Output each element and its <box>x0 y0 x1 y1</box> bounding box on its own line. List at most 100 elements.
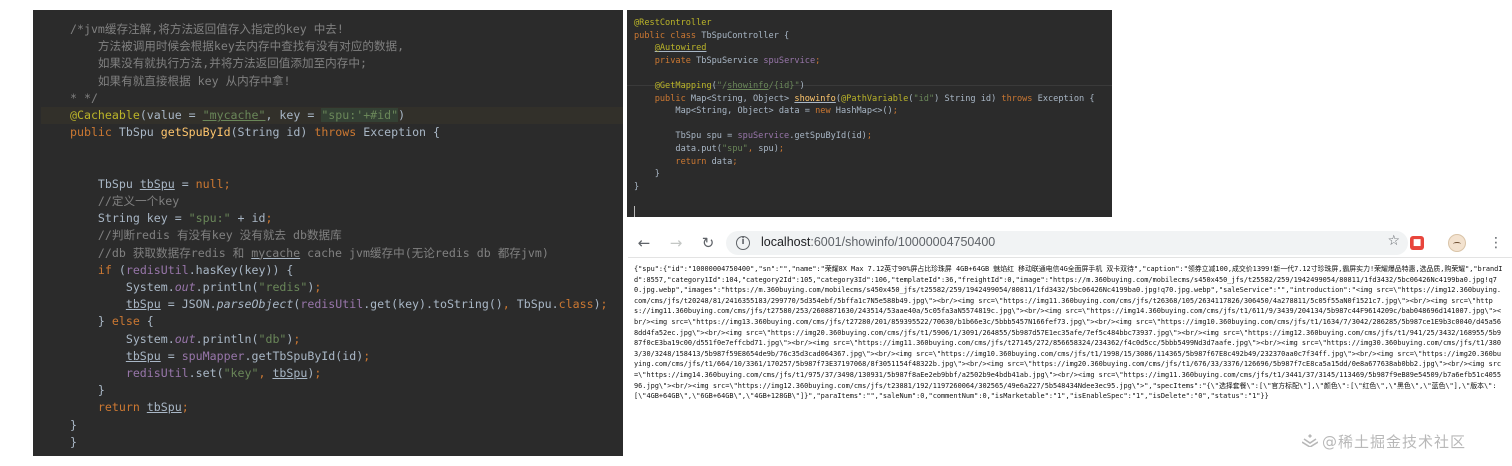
site-info-icon[interactable]: i <box>736 236 750 250</box>
reload-icon[interactable]: ↻ <box>698 233 718 253</box>
code-line: TbSpu spu = spuService.getSpuById(id); <box>634 130 872 143</box>
code-token: Map<String, Object> <box>690 93 795 104</box>
code-token: .getSpuById(id) <box>789 131 867 142</box>
code-token: ) <box>799 81 805 91</box>
code-token: @Autowired <box>654 43 707 54</box>
browser-toolbar: ← → ↻ i localhost:6001/showinfo/10000004… <box>628 228 1512 258</box>
back-arrow-icon[interactable]: ← <box>634 233 654 253</box>
code-token: .set( <box>188 366 224 380</box>
code-token: "mycache" <box>202 108 266 122</box>
code-line: public Map<String, Object> showinfo(@Pat… <box>634 93 1095 106</box>
code-token: tbSpu <box>125 348 161 363</box>
code-token: spuService <box>737 131 790 142</box>
code-line: 如果有就直接根据 key 从内存中拿! <box>70 73 291 90</box>
code-line: @Autowired <box>634 42 707 55</box>
code-token: ; <box>223 176 231 191</box>
bookmark-star-icon[interactable]: ☆ <box>1387 233 1400 249</box>
code-token: = <box>174 176 196 191</box>
code-token: redisUtil <box>300 297 364 312</box>
extension-icon[interactable]: ■ <box>1410 236 1424 250</box>
code-token: tbSpu <box>139 176 175 191</box>
code-token: "key" <box>223 366 259 380</box>
code-token: "/ <box>716 81 728 91</box>
code-token: spuService <box>763 55 816 66</box>
code-token: = <box>160 348 182 363</box>
code-token: /*jvm缓存注解,将方法返回值存入指定的key 中去! <box>70 22 344 36</box>
code-line: public TbSpu getSpuById(String id) throw… <box>70 124 440 141</box>
code-token: (value = <box>139 108 203 122</box>
code-line: return data; <box>634 156 737 169</box>
code-line: /*jvm缓存注解,将方法返回值存入指定的key 中去! <box>70 21 344 38</box>
code-token: TbSpuController { <box>701 30 790 41</box>
code-token: null <box>195 176 224 191</box>
json-response-body: {"spu":{"id":"10000004750400","sn":"","n… <box>634 265 1503 401</box>
code-token: System. <box>70 331 175 346</box>
code-line: @RestController <box>634 17 712 30</box>
code-line: } <box>70 382 105 399</box>
code-line: //db 获取数据存redis 和 mycache cache jvm缓存中(无… <box>70 245 549 262</box>
code-token: data <box>711 156 733 167</box>
code-token: , key = <box>265 108 322 122</box>
code-token: Exception { <box>1037 93 1095 104</box>
code-token: ; <box>314 366 322 380</box>
code-line: private TbSpuService spuService; <box>634 55 821 68</box>
code-token: , <box>747 144 759 154</box>
code-line: 如果没有就执行方法,并将方法返回值添加至内存中; <box>70 55 367 72</box>
code-token: parseObject <box>216 297 294 312</box>
code-token: "spu" <box>721 144 748 154</box>
code-token: public <box>654 93 691 104</box>
code-token: "db" <box>258 331 287 346</box>
code-token: ; <box>778 144 785 154</box>
code-token: TbSpu <box>118 125 161 140</box>
code-token: + id <box>230 211 266 226</box>
code-token: mycache <box>251 245 301 260</box>
code-line: @Cacheable(value = "mycache", key = "spu… <box>41 107 623 124</box>
code-token: "spu:'+#id" <box>321 108 399 122</box>
code-token: ; <box>866 131 873 142</box>
code-token: redisUtil <box>125 366 189 380</box>
forward-arrow-icon[interactable]: → <box>666 233 686 253</box>
code-line: * */ <box>70 90 98 107</box>
code-token: .getTbSpuById(id) <box>244 348 364 363</box>
browser-menu-icon[interactable]: ⋮ <box>1488 233 1504 253</box>
code-token: .println( <box>195 331 259 346</box>
code-token: public class <box>634 30 702 41</box>
url-text[interactable]: localhost:6001/showinfo/10000004750400 <box>761 235 995 249</box>
code-token: } <box>70 417 77 432</box>
code-token: @GetMapping <box>654 81 712 91</box>
code-token: 如果没有就执行方法,并将方法返回值添加至内存中; <box>70 56 367 71</box>
code-token: private <box>654 55 697 66</box>
code-token: ) <box>593 297 601 312</box>
code-line: } <box>70 417 77 434</box>
code-token: if <box>97 262 119 277</box>
code-token: } <box>70 314 112 329</box>
code-token: ; <box>314 280 322 294</box>
code-token: tbSpu <box>146 400 182 415</box>
code-line: tbSpu = JSON.parseObject(redisUtil.get(k… <box>70 296 608 313</box>
code-token: } <box>634 169 660 180</box>
code-line: } <box>634 181 639 194</box>
code-token: System. <box>70 280 175 294</box>
code-token: ; <box>363 348 371 363</box>
code-token: .println( <box>195 280 259 294</box>
code-token: cache jvm缓存中(无论redis db 都存jvm) <box>300 245 549 260</box>
profile-avatar[interactable] <box>1448 234 1466 252</box>
address-bar[interactable]: i localhost:6001/showinfo/10000004750400… <box>726 231 1408 255</box>
code-token: 方法被调用时候会根据key去内存中查找有没有对应的数据, <box>70 39 405 54</box>
left-code-editor[interactable]: /*jvm缓存注解,将方法返回值存入指定的key 中去! 方法被调用时候会根据k… <box>33 10 623 456</box>
code-token: showinfo <box>794 93 836 104</box>
code-token: } <box>70 434 77 449</box>
code-token: 如果有就直接根据 key 从内存中拿! <box>70 73 291 88</box>
code-token: , <box>502 297 517 312</box>
code-line: } else { <box>70 313 154 330</box>
code-token: else <box>111 314 147 329</box>
code-line: redisUtil.set("key", tbSpu); <box>70 365 321 382</box>
right-code-editor[interactable]: @RestController public class TbSpuControl… <box>627 10 1112 217</box>
code-token: , <box>258 366 273 380</box>
code-token: ) <box>398 108 406 122</box>
